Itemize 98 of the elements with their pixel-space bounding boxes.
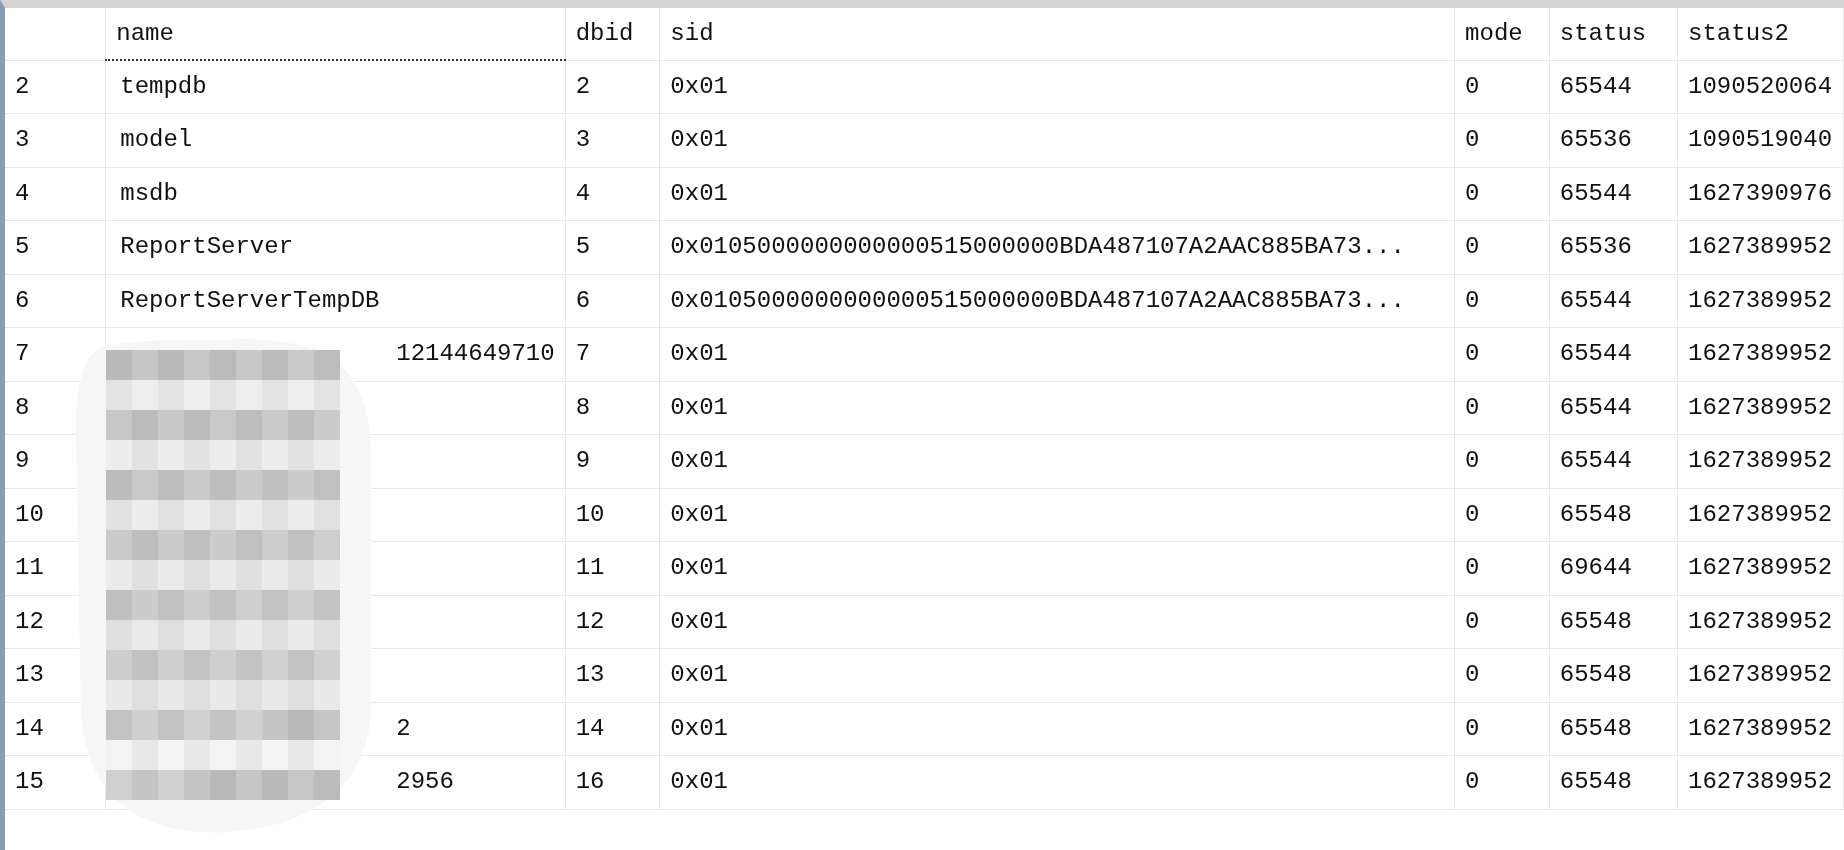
table-cell: 0x01 bbox=[670, 126, 728, 154]
row-number: 14 bbox=[15, 714, 44, 742]
row-number: 11 bbox=[15, 554, 44, 582]
table-cell: 1627389952 bbox=[1688, 286, 1833, 314]
table-cell: 0x01 bbox=[670, 661, 728, 689]
table-cell: 0 bbox=[1465, 500, 1480, 528]
table-cell: 12 bbox=[575, 607, 605, 635]
table-cell: 1627389952 bbox=[1688, 714, 1833, 742]
table-cell: 1627389952 bbox=[1688, 554, 1833, 582]
table-cell: 65544 bbox=[1559, 393, 1632, 421]
table-cell: 1627389952 bbox=[1688, 393, 1833, 421]
column-header[interactable]: mode bbox=[1454, 8, 1550, 60]
table-cell: 0 bbox=[1465, 714, 1480, 742]
table-cell: 0x01 bbox=[670, 500, 728, 528]
row-number: 4 bbox=[15, 179, 30, 207]
table-cell: 10 bbox=[575, 500, 605, 528]
table-cell: 1627389952 bbox=[1688, 340, 1833, 368]
column-header[interactable]: dbid bbox=[565, 8, 660, 60]
table-cell: 0x01 bbox=[670, 768, 728, 796]
table-cell: 0x01 bbox=[670, 393, 728, 421]
table-cell: 0x0105000000000000515000000BDA487107A2AAC885BA73... bbox=[670, 233, 1405, 261]
row-number: 3 bbox=[15, 126, 30, 154]
row-number: 13 bbox=[15, 661, 44, 689]
table-cell: 1090520064 bbox=[1688, 72, 1833, 100]
table-cell: 65536 bbox=[1559, 126, 1632, 154]
table-cell: 65544 bbox=[1559, 340, 1632, 368]
row-number: 2 bbox=[15, 72, 30, 100]
table-cell: 65548 bbox=[1559, 768, 1632, 796]
table-cell: 8 bbox=[575, 393, 591, 421]
table-cell: 0 bbox=[1465, 393, 1480, 421]
table-cell: 69644 bbox=[1559, 554, 1632, 582]
table-cell-text: 2 bbox=[396, 713, 411, 744]
table-cell: 0x01 bbox=[670, 72, 728, 100]
table-cell: 0 bbox=[1465, 72, 1480, 100]
table-cell: 1627389952 bbox=[1688, 500, 1833, 528]
table-cell: 65548 bbox=[1559, 714, 1632, 742]
table-cell: 0 bbox=[1465, 340, 1480, 368]
table-cell: 2 bbox=[575, 72, 591, 100]
table-cell: 0 bbox=[1465, 286, 1480, 314]
table-cell: 3 bbox=[575, 126, 591, 154]
row-number: 10 bbox=[15, 500, 44, 528]
table-cell: 0x01 bbox=[670, 607, 728, 635]
table-cell: 65548 bbox=[1559, 661, 1632, 689]
row-number: 15 bbox=[15, 768, 44, 796]
table-cell: model bbox=[120, 126, 193, 154]
table-cell: 5 bbox=[575, 233, 591, 261]
table-cell: 0 bbox=[1465, 607, 1480, 635]
column-header[interactable]: status bbox=[1549, 8, 1678, 60]
table-cell: 0x01 bbox=[670, 554, 728, 582]
table-cell: 6 bbox=[575, 286, 591, 314]
column-header[interactable]: name bbox=[105, 8, 566, 60]
table-cell: 16 bbox=[575, 768, 605, 796]
row-number: 12 bbox=[15, 607, 44, 635]
table-cell: 65544 bbox=[1559, 72, 1632, 100]
table-cell: 0 bbox=[1465, 179, 1480, 207]
table-cell: 0 bbox=[1465, 554, 1480, 582]
table-cell: 1627389952 bbox=[1688, 768, 1833, 796]
table-cell: 1627389952 bbox=[1688, 233, 1833, 261]
table-cell: 0 bbox=[1465, 768, 1480, 796]
table-cell: 0 bbox=[1465, 447, 1480, 475]
table-cell: 0x01 bbox=[670, 714, 728, 742]
table-cell: 65548 bbox=[1559, 607, 1632, 635]
row-number: 9 bbox=[15, 447, 30, 475]
table-cell: 9 bbox=[575, 447, 591, 475]
table-cell: 1627389952 bbox=[1688, 661, 1833, 689]
table-cell: ReportServer bbox=[120, 233, 294, 261]
table-cell: 0x01 bbox=[670, 179, 728, 207]
table-cell: 7 bbox=[575, 340, 591, 368]
table-cell: 65536 bbox=[1559, 233, 1632, 261]
table-cell-text: 12144649710 bbox=[396, 339, 555, 370]
table-cell: 0x0105000000000000515000000BDA487107A2AAC885BA73... bbox=[670, 286, 1405, 314]
row-number: 7 bbox=[15, 340, 30, 368]
column-header[interactable]: sid bbox=[659, 8, 1455, 60]
table-cell: 1627390976 bbox=[1688, 179, 1833, 207]
row-number: 5 bbox=[15, 233, 30, 261]
table-cell-text: 2956 bbox=[396, 767, 454, 798]
table-cell: 0 bbox=[1465, 661, 1480, 689]
table-cell: 11 bbox=[575, 554, 605, 582]
table-cell: msdb bbox=[120, 179, 178, 207]
table-cell: 65548 bbox=[1559, 500, 1632, 528]
table-cell: 65544 bbox=[1559, 179, 1632, 207]
table-cell: 14 bbox=[575, 714, 605, 742]
table-cell: 1090519040 bbox=[1688, 126, 1833, 154]
table-cell: 65544 bbox=[1559, 447, 1632, 475]
table-cell: 4 bbox=[575, 179, 591, 207]
table-cell: 0x01 bbox=[670, 340, 728, 368]
table-cell: 0 bbox=[1465, 233, 1480, 261]
table-cell: 65544 bbox=[1559, 286, 1632, 314]
table-cell: tempdb bbox=[120, 73, 207, 100]
row-number: 6 bbox=[15, 286, 30, 314]
table-cell: 13 bbox=[575, 661, 605, 689]
table-cell: 0 bbox=[1465, 126, 1480, 154]
table-cell: 1627389952 bbox=[1688, 607, 1833, 635]
table-cell: 1627389952 bbox=[1688, 447, 1833, 475]
table-cell: 0x01 bbox=[670, 447, 728, 475]
row-number: 8 bbox=[15, 393, 30, 421]
table-cell: ReportServerTempDB bbox=[120, 286, 380, 314]
column-header[interactable]: status2 bbox=[1677, 8, 1844, 60]
